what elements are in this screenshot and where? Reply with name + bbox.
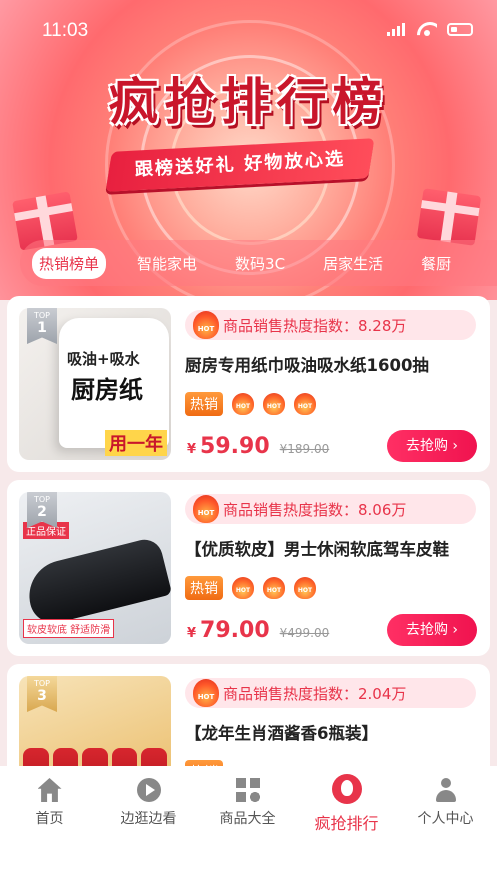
rank-badge: TOP 1 — [27, 308, 57, 344]
price-value: 59.90 — [200, 434, 270, 459]
image-text: 厨房纸 — [71, 376, 143, 404]
product-name[interactable]: 厨房专用纸巾吸油吸水纸1600抽 — [185, 352, 429, 376]
signal-icon — [387, 22, 407, 36]
fire-icon — [331, 774, 362, 804]
original-price: ¥499.00 — [279, 626, 330, 640]
hot-icon: HOT — [193, 311, 219, 339]
heat-index: 商品销售热度指数：2.04万 — [185, 678, 476, 708]
tab-digital[interactable]: 数码3C — [228, 248, 292, 279]
image-badge: 用一年 — [105, 430, 167, 456]
hot-flame-icon: HOT — [263, 577, 285, 599]
hot-flame-icon: HOT — [263, 393, 285, 415]
hot-icon: HOT — [193, 679, 219, 707]
image-text: 软皮软底 舒适防滑 — [23, 619, 115, 638]
battery-icon — [447, 22, 473, 36]
hot-flame-icon: HOT — [294, 393, 316, 415]
gift-box-icon — [416, 188, 482, 246]
product-name[interactable]: 【优质软皮】男士休闲软底驾车皮鞋 — [185, 536, 449, 560]
product-name[interactable]: 【龙年生肖酒酱香6瓶装】 — [185, 720, 378, 744]
status-icons — [387, 22, 473, 36]
nav-label: 个人中心 — [417, 811, 474, 827]
category-tabs: 热销榜单 智能家电 数码3C 居家生活 餐厨 — [20, 240, 497, 286]
currency-symbol: ¥ — [187, 442, 197, 457]
product-card[interactable]: 正品保证 软皮软底 舒适防滑 TOP 2 商品销售热度指数：8.06万 HOT 【… — [7, 480, 490, 656]
image-text: 吸油+吸水 — [67, 350, 140, 368]
page-title: 疯抢排行榜 — [108, 72, 389, 131]
currency-symbol: ¥ — [187, 626, 197, 641]
price-value: 79.00 — [200, 618, 270, 643]
heat-index: 商品销售热度指数：8.06万 — [185, 494, 476, 524]
tab-kitchen[interactable]: 餐厨 — [414, 248, 458, 279]
buy-button[interactable]: 去抢购 › — [387, 614, 477, 646]
product-tags: 热销 HOT HOT HOT — [185, 392, 316, 416]
nav-label: 边逛边看 — [120, 811, 177, 827]
product-image: 正品保证 软皮软底 舒适防滑 TOP 2 — [19, 492, 171, 644]
hot-flame-icon: HOT — [232, 393, 254, 415]
paper-roll-image: 吸油+吸水 厨房纸 — [59, 318, 169, 448]
tab-smart-appliances[interactable]: 智能家电 — [130, 248, 204, 279]
tab-home-living[interactable]: 居家生活 — [316, 248, 390, 279]
original-price: ¥189.00 — [279, 442, 330, 456]
play-icon — [136, 778, 161, 802]
bottom-nav: 首页 边逛边看 商品大全 疯抢排行 个人中心 — [0, 766, 497, 883]
hot-icon: HOT — [193, 495, 219, 523]
rank-badge: TOP 3 — [27, 676, 57, 712]
hot-flame-icon: HOT — [232, 577, 254, 599]
buy-label: 去抢购 — [405, 438, 448, 454]
wifi-icon — [417, 22, 437, 36]
hot-sale-tag: 热销 — [185, 576, 223, 600]
buy-button[interactable]: 去抢购 › — [387, 430, 477, 462]
grid-search-icon — [235, 778, 260, 802]
nav-label: 商品大全 — [219, 811, 276, 827]
heat-index: 商品销售热度指数：8.28万 — [185, 310, 476, 340]
status-time: 11:03 — [42, 20, 89, 41]
product-image: 吸油+吸水 厨房纸 用一年 TOP 1 — [19, 308, 171, 460]
status-bar: 11:03 — [0, 0, 497, 60]
nav-label: 首页 — [35, 811, 64, 827]
nav-ranking[interactable]: 疯抢排行 — [297, 774, 396, 834]
nav-home[interactable]: 首页 — [0, 778, 99, 828]
user-icon — [434, 778, 458, 802]
product-tags: 热销 HOT HOT HOT — [185, 576, 316, 600]
nav-browse[interactable]: 边逛边看 — [99, 778, 198, 828]
shoe-image — [21, 535, 171, 629]
home-icon — [37, 778, 62, 802]
price: ¥ 59.90 ¥189.00 — [187, 434, 329, 459]
buy-label: 去抢购 — [405, 622, 448, 638]
nav-label: 疯抢排行 — [314, 814, 379, 833]
nav-profile[interactable]: 个人中心 — [396, 778, 495, 828]
hot-sale-tag: 热销 — [185, 392, 223, 416]
hot-flame-icon: HOT — [294, 577, 316, 599]
nav-all-products[interactable]: 商品大全 — [198, 778, 297, 828]
product-card[interactable]: 吸油+吸水 厨房纸 用一年 TOP 1 商品销售热度指数：8.28万 HOT 厨房… — [7, 296, 490, 472]
price: ¥ 79.00 ¥499.00 — [187, 618, 329, 643]
tab-hot-sales[interactable]: 热销榜单 — [32, 247, 107, 279]
